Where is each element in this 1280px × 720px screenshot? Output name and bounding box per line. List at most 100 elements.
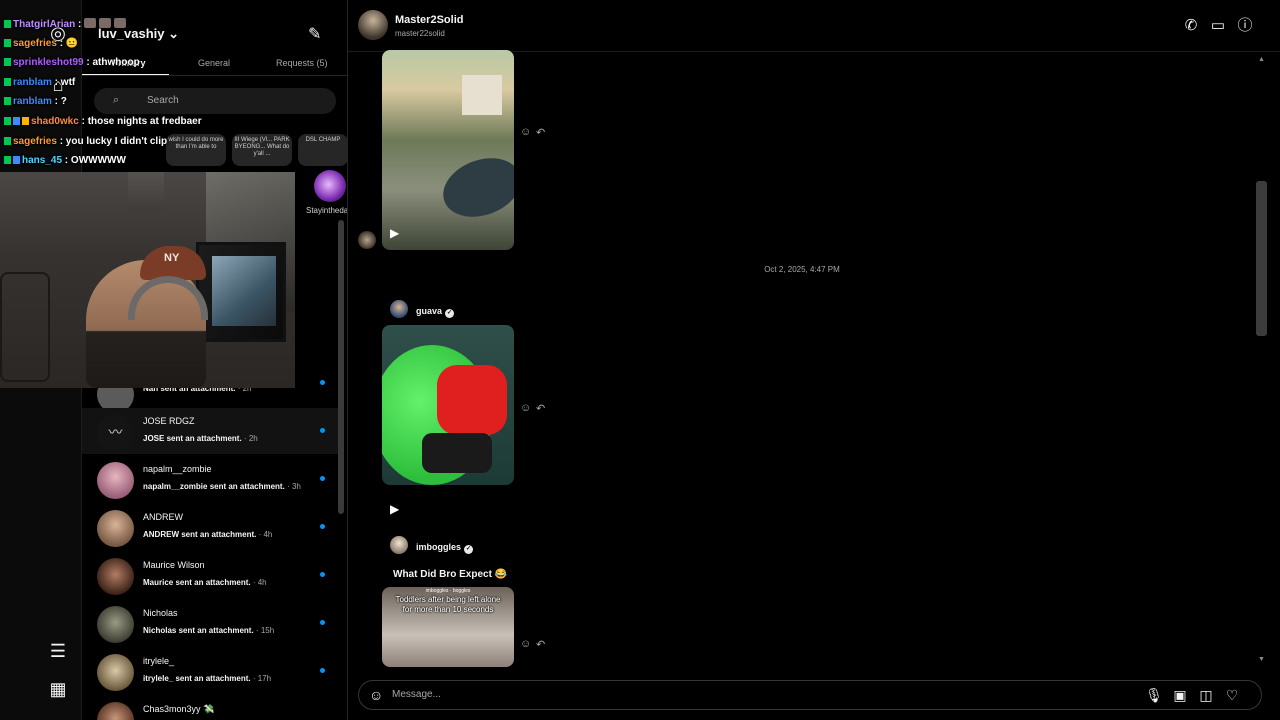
shared-author-name[interactable]: guava ✓ xyxy=(416,306,455,318)
menu-icon[interactable]: ☰ xyxy=(47,640,69,662)
inbox-scrollbar[interactable] xyxy=(336,220,346,520)
avatar xyxy=(97,558,134,595)
chat-message: ranblam : ? xyxy=(4,96,67,107)
video-thumbnail-detail xyxy=(435,147,514,228)
chat-message: sprinkleshot99 : athwhoop xyxy=(4,57,140,68)
shared-author-avatar[interactable] xyxy=(390,300,408,318)
thread-item[interactable]: 〰 JOSE RDGZ JOSE sent an attachment. · 2… xyxy=(82,408,344,454)
unread-dot xyxy=(320,380,325,385)
image-icon[interactable]: ▣ xyxy=(1171,686,1189,704)
sender-avatar[interactable] xyxy=(358,231,376,249)
verified-icon: ✓ xyxy=(445,309,455,318)
unread-dot xyxy=(320,668,325,673)
cap-logo-icon: NY xyxy=(164,252,180,264)
thread-name: ANDREW xyxy=(143,512,183,522)
avatar: 〰 xyxy=(97,414,134,451)
thread-preview: JOSE sent an attachment. · 2h xyxy=(143,434,258,443)
chat-message: hans_45 : OWWWWW xyxy=(4,155,126,166)
chat-message: sagefries : you lucky I didn't clip xyxy=(4,136,167,147)
unread-dot xyxy=(320,524,325,529)
conversation-scrollbar-thumb[interactable] xyxy=(1256,181,1267,336)
conversation-header: Master2Solid master22solid ✆ ▭ ⓘ xyxy=(348,0,1280,52)
scroll-up-icon[interactable]: ▲ xyxy=(1258,56,1265,63)
shared-author-name[interactable]: imboggles ✓ xyxy=(416,542,474,554)
shared-video[interactable] xyxy=(382,50,514,250)
stream-chat-overlay: ThatgirlArian : sagefries : 😐 sprinklesh… xyxy=(0,14,360,174)
reply-icon[interactable]: ↶ xyxy=(536,638,545,651)
thread-name: Nicholas xyxy=(143,608,178,618)
reply-icon[interactable]: ↶ xyxy=(536,402,545,415)
apps-icon[interactable]: ▦ xyxy=(47,678,69,700)
conversation-panel: Master2Solid master22solid ✆ ▭ ⓘ ☺ ↶ ▶ O… xyxy=(348,0,1280,720)
unread-dot xyxy=(320,620,325,625)
reply-icon[interactable]: ↶ xyxy=(536,126,545,139)
thread-item[interactable]: Chas3mon3yy 💸 xyxy=(82,696,344,720)
thread-preview: Nicholas sent an attachment. · 15h xyxy=(143,626,275,635)
thread-item[interactable]: itrylele_ itrylele_ sent an attachment. … xyxy=(82,648,344,694)
thread-name: itrylele_ xyxy=(143,656,175,666)
app-root: ◎ ⌂ ☰ ▦ luv_vashiy ⌄ ✎ Primary General R… xyxy=(0,0,1280,720)
chat-message: shad0wkc : those nights at fredbaer xyxy=(4,116,202,127)
avatar xyxy=(97,702,134,720)
chat-message: ranblam : wtf xyxy=(4,77,75,88)
conversation-scrollbar[interactable]: ▲ ▼ xyxy=(1256,56,1268,666)
thread-item[interactable]: ANDREW ANDREW sent an attachment. · 4h xyxy=(82,504,344,550)
react-emoji-icon[interactable]: ☺ xyxy=(520,402,531,414)
heart-icon[interactable]: ♡ xyxy=(1223,686,1241,704)
thread-item[interactable]: Maurice Wilson Maurice sent an attachmen… xyxy=(82,552,344,598)
contact-username: master22solid xyxy=(395,29,445,38)
inbox-scrollbar-thumb[interactable] xyxy=(338,220,344,514)
thread-name: napalm__zombie xyxy=(143,464,212,474)
video-thumbnail-detail xyxy=(422,433,492,473)
video-thumbnail-detail xyxy=(437,365,507,435)
unread-dot xyxy=(320,476,325,481)
thread-item[interactable]: Nicholas Nicholas sent an attachment. · … xyxy=(82,600,344,646)
phone-icon[interactable]: ✆ xyxy=(1182,17,1200,35)
avatar xyxy=(97,654,134,691)
webcam-tv-screen xyxy=(212,256,276,326)
microphone-icon[interactable]: 🎙 xyxy=(1145,686,1163,704)
shared-video[interactable] xyxy=(382,325,514,485)
react-emoji-icon[interactable]: ☺ xyxy=(520,126,531,138)
video-call-icon[interactable]: ▭ xyxy=(1209,17,1227,35)
avatar xyxy=(97,606,134,643)
avatar xyxy=(97,462,134,499)
note-avatar[interactable] xyxy=(314,170,346,202)
thread-name: Chas3mon3yy 💸 xyxy=(143,704,215,714)
sticker-icon[interactable]: ◫ xyxy=(1197,686,1215,704)
thread-preview: napalm__zombie sent an attachment. · 3h xyxy=(143,482,301,491)
webcam-range-hood xyxy=(128,172,164,212)
thread-name: Maurice Wilson xyxy=(143,560,205,570)
message-composer[interactable]: ☺ Message... 🎙 ▣ ◫ ♡ xyxy=(358,680,1262,710)
message-timestamp: Oct 2, 2025, 4:47 PM xyxy=(764,265,840,274)
note-username: Stayintheda xyxy=(306,206,348,215)
thread-preview: ANDREW sent an attachment. · 4h xyxy=(143,530,273,539)
video-top-text: imboggles · boggles xyxy=(425,588,471,594)
unread-dot xyxy=(320,572,325,577)
thread-item[interactable]: napalm__zombie napalm__zombie sent an at… xyxy=(82,456,344,502)
thread-preview: itrylele_ sent an attachment. · 17h xyxy=(143,674,272,683)
webcam-overlay: NY xyxy=(0,172,295,388)
thread-preview: Maurice sent an attachment. · 4h xyxy=(143,578,267,587)
video-thumbnail-detail xyxy=(462,75,502,115)
webcam-chair xyxy=(0,272,50,382)
message-input[interactable]: Message... xyxy=(392,689,441,700)
thread-name: JOSE RDGZ xyxy=(143,416,195,426)
info-icon[interactable]: ⓘ xyxy=(1236,17,1254,35)
emoji-icon[interactable]: ☺ xyxy=(369,687,383,703)
reel-icon: ▶ xyxy=(390,502,400,516)
shared-caption: What Did Bro Expect 😂 xyxy=(393,569,508,580)
scroll-down-icon[interactable]: ▼ xyxy=(1258,656,1265,663)
chat-message: sagefries : 😐 xyxy=(4,38,78,49)
shared-author-avatar[interactable] xyxy=(390,536,408,554)
verified-icon: ✓ xyxy=(464,545,474,554)
chat-message: ThatgirlArian : xyxy=(4,18,127,30)
avatar xyxy=(97,510,134,547)
reel-icon: ▶ xyxy=(390,226,400,240)
contact-avatar[interactable] xyxy=(358,10,388,40)
video-caption: Toddlers after being left alone for more… xyxy=(395,595,501,614)
contact-name[interactable]: Master2Solid xyxy=(395,14,463,26)
unread-dot xyxy=(320,428,325,433)
react-emoji-icon[interactable]: ☺ xyxy=(520,638,531,650)
shared-video[interactable]: imboggles · boggles Toddlers after being… xyxy=(382,587,514,667)
